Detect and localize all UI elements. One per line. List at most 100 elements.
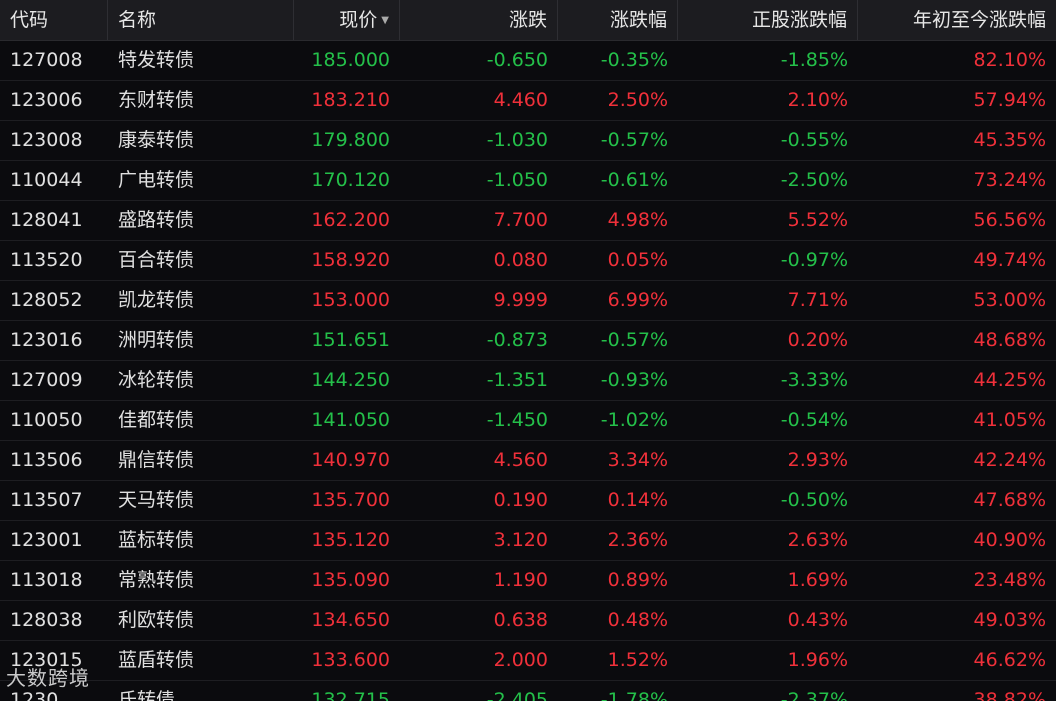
change-pct-cell: 2.50%: [607, 89, 668, 111]
change-cell: -2.405: [486, 689, 548, 701]
code-cell: 110050: [10, 409, 83, 431]
code-cell: 1230: [10, 689, 59, 701]
header-change[interactable]: 涨跌: [400, 0, 558, 40]
code-cell: 123006: [10, 89, 83, 111]
price-cell: 133.600: [311, 649, 390, 671]
table-row[interactable]: 113018 常熟转债 135.090 1.190 0.89% 1.69% 23.48%: [0, 561, 1056, 601]
name-cell: 常熟转债: [118, 569, 195, 591]
table-row[interactable]: 123001 蓝标转债 135.120 3.120 2.36% 2.63% 40.90%: [0, 521, 1056, 561]
table-row[interactable]: 113507 天马转债 135.700 0.190 0.14% -0.50% 47.68%: [0, 481, 1056, 521]
ytd-change-pct-cell: 44.25%: [973, 369, 1046, 391]
price-cell: 135.090: [311, 569, 390, 591]
table-row[interactable]: 123006 东财转债 183.210 4.460 2.50% 2.10% 57.94%: [0, 81, 1056, 121]
stock-change-pct-cell: 7.71%: [787, 289, 848, 311]
change-pct-cell: -1.02%: [600, 409, 668, 431]
change-cell: 7.700: [493, 209, 548, 231]
code-cell: 113018: [10, 569, 83, 591]
table-row[interactable]: 110050 佳都转债 141.050 -1.450 -1.02% -0.54% 41.05…: [0, 401, 1056, 441]
header-ytd-change-pct[interactable]: 年初至今涨跌幅: [858, 0, 1056, 40]
price-cell: 158.920: [311, 249, 390, 271]
name-cell: 利欧转债: [118, 609, 195, 631]
table-row[interactable]: 123008 康泰转债 179.800 -1.030 -0.57% -0.55% 45.35…: [0, 121, 1056, 161]
stock-change-pct-cell: 2.93%: [787, 449, 848, 471]
stock-change-pct-cell: -3.33%: [780, 369, 848, 391]
change-cell: 4.560: [493, 449, 548, 471]
change-cell: 0.638: [493, 609, 548, 631]
table-row[interactable]: 128052 凯龙转债 153.000 9.999 6.99% 7.71% 53.00%: [0, 281, 1056, 321]
sort-desc-icon[interactable]: ▼: [381, 1, 389, 41]
ytd-change-pct-cell: 56.56%: [973, 209, 1046, 231]
change-pct-cell: -0.57%: [600, 129, 668, 151]
stock-change-pct-cell: 5.52%: [787, 209, 848, 231]
price-cell: 144.250: [311, 369, 390, 391]
table-row[interactable]: 128041 盛路转债 162.200 7.700 4.98% 5.52% 56.56%: [0, 201, 1056, 241]
table-row[interactable]: 123015 蓝盾转债 133.600 2.000 1.52% 1.96% 46.62%: [0, 641, 1056, 681]
name-cell: 特发转债: [118, 49, 195, 71]
price-cell: 151.651: [311, 329, 390, 351]
stock-change-pct-cell: 1.96%: [787, 649, 848, 671]
name-cell: 蓝标转债: [118, 529, 195, 551]
change-pct-cell: -0.57%: [600, 329, 668, 351]
change-pct-cell: 6.99%: [607, 289, 668, 311]
table-row[interactable]: 123016 洲明转债 151.651 -0.873 -0.57% 0.20% 48.68%: [0, 321, 1056, 361]
header-name[interactable]: 名称: [108, 0, 294, 40]
name-cell: 鼎信转债: [118, 449, 195, 471]
change-pct-cell: 0.14%: [607, 489, 668, 511]
bond-quote-table: 代码 名称 现价 ▼ 涨跌 涨跌幅 正股涨跌幅 年初至今涨跌幅 127008 特发转…: [0, 0, 1056, 701]
change-cell: 9.999: [493, 289, 548, 311]
name-cell: 凯龙转债: [118, 289, 195, 311]
header-code[interactable]: 代码: [0, 0, 108, 40]
ytd-change-pct-cell: 23.48%: [973, 569, 1046, 591]
table-row[interactable]: 127009 冰轮转债 144.250 -1.351 -0.93% -3.33% 44.25…: [0, 361, 1056, 401]
change-cell: -0.873: [486, 329, 548, 351]
name-cell: 佳都转债: [118, 409, 195, 431]
code-cell: 123016: [10, 329, 83, 351]
change-cell: -1.050: [486, 169, 548, 191]
price-cell: 153.000: [311, 289, 390, 311]
table-row[interactable]: 113506 鼎信转债 140.970 4.560 3.34% 2.93% 42.24%: [0, 441, 1056, 481]
name-cell: 康泰转债: [118, 129, 195, 151]
price-cell: 134.650: [311, 609, 390, 631]
table-row[interactable]: 127008 特发转债 185.000 -0.650 -0.35% -1.85% 82.10…: [0, 41, 1056, 81]
code-cell: 113520: [10, 249, 83, 271]
header-price[interactable]: 现价 ▼: [294, 0, 400, 40]
change-cell: -1.351: [486, 369, 548, 391]
stock-change-pct-cell: 2.10%: [787, 89, 848, 111]
ytd-change-pct-cell: 73.24%: [973, 169, 1046, 191]
price-cell: 162.200: [311, 209, 390, 231]
price-cell: 179.800: [311, 129, 390, 151]
code-cell: 128038: [10, 609, 83, 631]
code-cell: 110044: [10, 169, 83, 191]
price-cell: 135.700: [311, 489, 390, 511]
ytd-change-pct-cell: 41.05%: [973, 409, 1046, 431]
name-cell: 洲明转债: [118, 329, 195, 351]
header-change-pct[interactable]: 涨跌幅: [558, 0, 678, 40]
change-pct-cell: -0.93%: [600, 369, 668, 391]
change-pct-cell: 0.48%: [607, 609, 668, 631]
ytd-change-pct-cell: 46.62%: [973, 649, 1046, 671]
table-row[interactable]: 110044 广电转债 170.120 -1.050 -0.61% -2.50% 73.24…: [0, 161, 1056, 201]
code-cell: 127009: [10, 369, 83, 391]
ytd-change-pct-cell: 47.68%: [973, 489, 1046, 511]
change-cell: -1.030: [486, 129, 548, 151]
header-stock-change-pct[interactable]: 正股涨跌幅: [678, 0, 858, 40]
table-row[interactable]: 1230 氏转债 132.715 -2.405 -1.78% -2.37% 38.82%: [0, 681, 1056, 701]
code-cell: 123015: [10, 649, 83, 671]
change-pct-cell: 1.52%: [607, 649, 668, 671]
change-pct-cell: 0.89%: [607, 569, 668, 591]
code-cell: 123001: [10, 529, 83, 551]
stock-change-pct-cell: -0.55%: [780, 129, 848, 151]
table-row[interactable]: 128038 利欧转债 134.650 0.638 0.48% 0.43% 49.03%: [0, 601, 1056, 641]
stock-change-pct-cell: -0.54%: [780, 409, 848, 431]
name-cell: 东财转债: [118, 89, 195, 111]
change-cell: 0.080: [493, 249, 548, 271]
stock-change-pct-cell: -1.85%: [780, 49, 848, 71]
ytd-change-pct-cell: 82.10%: [973, 49, 1046, 71]
change-pct-cell: -1.78%: [600, 689, 668, 701]
ytd-change-pct-cell: 38.82%: [973, 689, 1046, 701]
change-pct-cell: 0.05%: [607, 249, 668, 271]
table-row[interactable]: 113520 百合转债 158.920 0.080 0.05% -0.97% 49.74%: [0, 241, 1056, 281]
stock-change-pct-cell: 2.63%: [787, 529, 848, 551]
change-cell: -1.450: [486, 409, 548, 431]
ytd-change-pct-cell: 40.90%: [973, 529, 1046, 551]
